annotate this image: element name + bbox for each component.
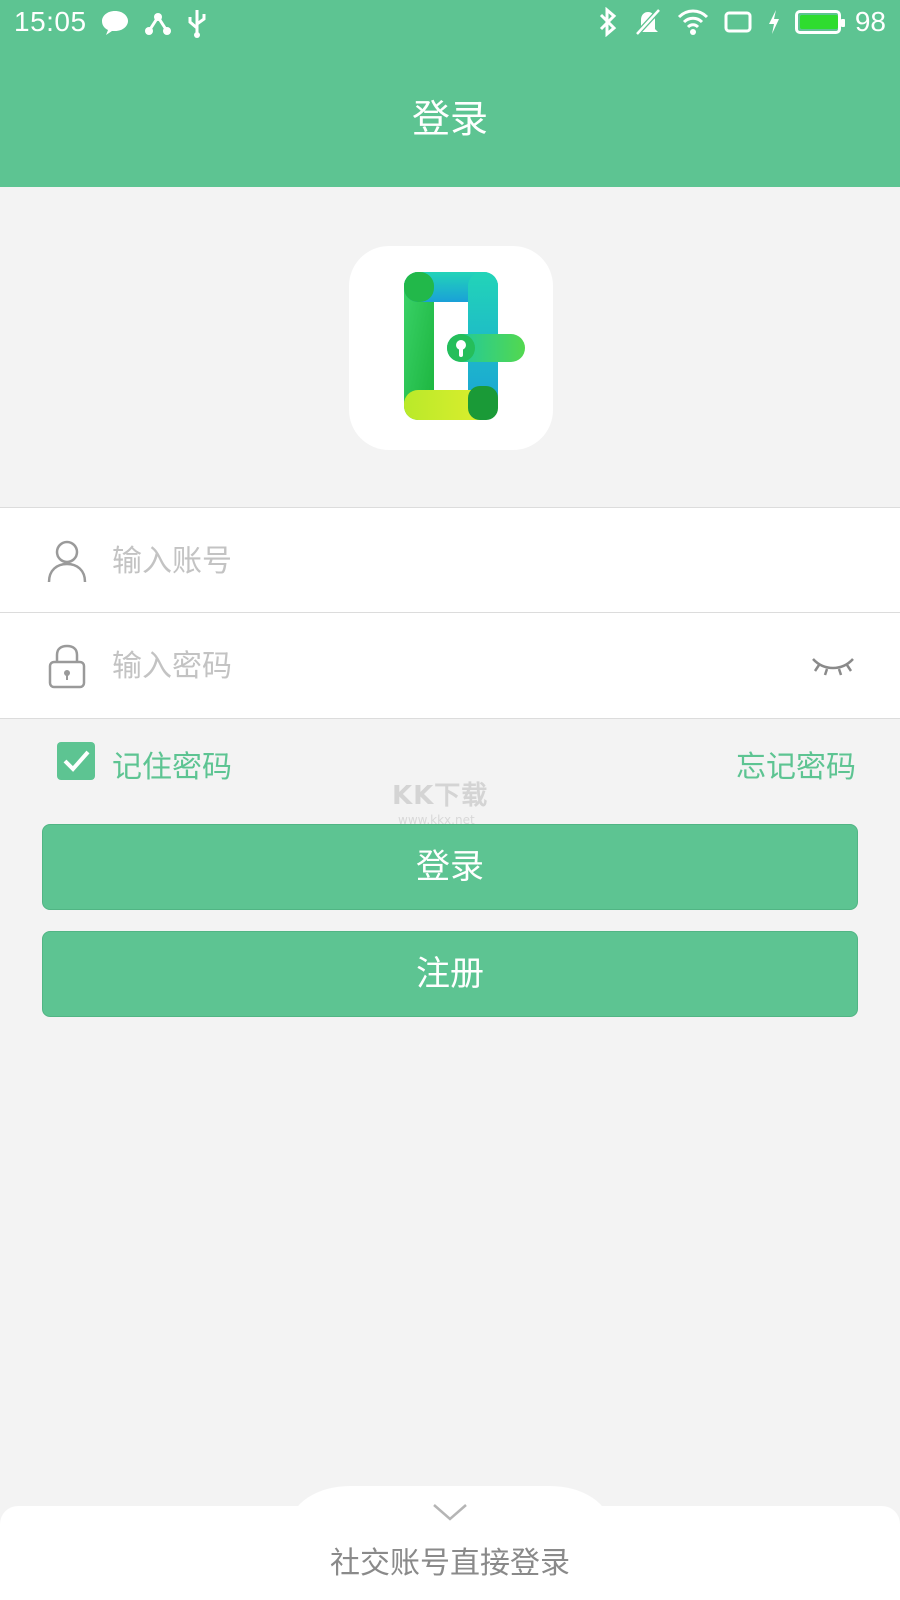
mute-icon bbox=[635, 8, 661, 36]
status-bar: 15:05 98 bbox=[0, 0, 900, 48]
watermark: KK下载 bbox=[392, 781, 489, 811]
share-icon bbox=[145, 13, 171, 35]
battery-fill bbox=[799, 15, 838, 29]
wifi-icon bbox=[677, 9, 708, 35]
lock-logo-icon bbox=[404, 272, 525, 420]
password-input[interactable] bbox=[112, 643, 772, 689]
remember-checkbox[interactable] bbox=[57, 742, 95, 780]
battery-level: 98 bbox=[854, 6, 886, 37]
status-time: 15:05 bbox=[14, 6, 87, 37]
checkmark-icon bbox=[63, 750, 90, 772]
forgot-password-link[interactable]: 忘记密码 bbox=[736, 742, 856, 786]
app-logo bbox=[349, 246, 553, 450]
user-icon bbox=[47, 540, 87, 583]
password-row bbox=[0, 613, 900, 719]
bluetooth-icon bbox=[599, 7, 617, 37]
status-left-icons bbox=[100, 8, 208, 38]
eye-closed-icon[interactable] bbox=[810, 651, 856, 681]
status-right-icons: 98 bbox=[597, 6, 886, 38]
account-row bbox=[0, 507, 900, 613]
login-button[interactable]: 登录 bbox=[42, 824, 858, 910]
remember-label[interactable]: 记住密码 bbox=[112, 742, 232, 786]
account-input[interactable] bbox=[112, 538, 772, 584]
register-button[interactable]: 注册 bbox=[42, 931, 858, 1017]
app-bar: 15:05 98 登录 bbox=[0, 0, 900, 187]
battery-icon bbox=[794, 10, 845, 34]
chat-icon bbox=[102, 11, 128, 35]
lock-icon bbox=[48, 644, 86, 689]
social-login-label[interactable]: 社交账号直接登录 bbox=[0, 1538, 900, 1582]
chevron-down-icon[interactable] bbox=[432, 1502, 468, 1522]
usb-icon bbox=[188, 10, 206, 38]
page-title: 登录 bbox=[411, 97, 488, 141]
charging-icon bbox=[768, 10, 779, 34]
screen-icon bbox=[724, 11, 752, 33]
